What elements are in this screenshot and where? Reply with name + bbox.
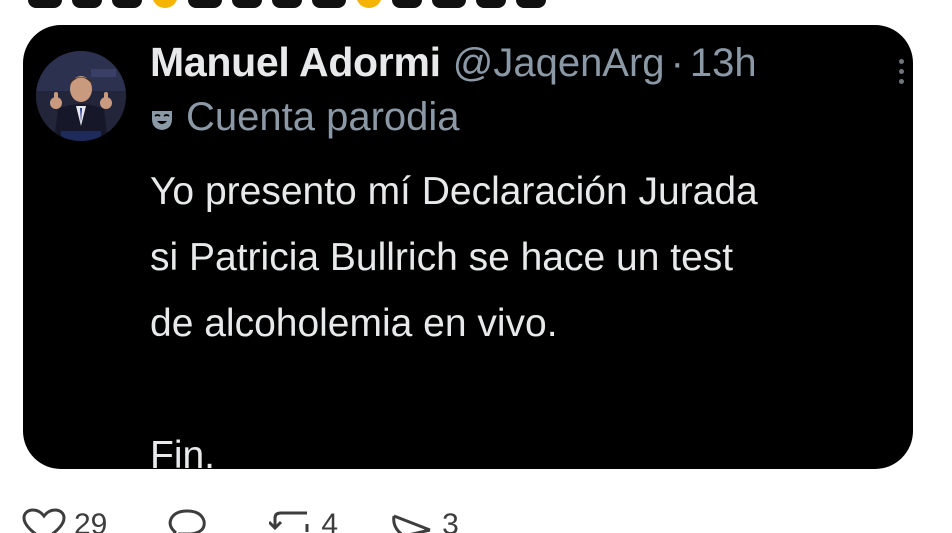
share-icon (392, 514, 431, 533)
parody-label-row: Cuenta parodia (150, 95, 460, 140)
cropped-previous-text (28, 0, 546, 8)
comment-icon (169, 509, 207, 533)
tweet-actions-bar: 29 4 3 (22, 508, 459, 533)
more-vertical-icon[interactable] (897, 59, 905, 89)
tweet-timestamp[interactable]: 13h (690, 41, 757, 86)
tweet-text: Yo presento mí Declaración Jurada si Pat… (150, 159, 900, 469)
emoji-icon (356, 0, 382, 8)
screenshot-page: Manuel Adormi @JaqenArg · 13h Cuenta par… (0, 0, 952, 533)
share-count: 3 (442, 508, 459, 533)
tweet-text-closing: Fin. (150, 434, 216, 469)
like-button[interactable]: 29 (22, 508, 107, 533)
tweet-text-line: de alcoholemia en vivo. (150, 302, 558, 345)
tweet-card[interactable]: Manuel Adormi @JaqenArg · 13h Cuenta par… (23, 25, 913, 469)
like-count: 29 (74, 508, 108, 533)
heart-icon (22, 508, 66, 533)
reply-button[interactable] (165, 508, 209, 533)
author-name[interactable]: Manuel Adormi (150, 39, 441, 86)
tweet-text-line: Yo presento mí Declaración Jurada (150, 170, 758, 213)
share-button[interactable]: 3 (390, 508, 459, 533)
retweet-button[interactable]: 4 (269, 508, 338, 533)
emoji-icon (152, 0, 178, 8)
account-type-label: Cuenta parodia (186, 95, 460, 139)
theater-mask-icon (152, 110, 172, 130)
tweet-header: Manuel Adormi @JaqenArg · 13h (150, 39, 757, 86)
avatar[interactable] (36, 51, 126, 141)
retweet-icon (269, 511, 309, 532)
author-handle[interactable]: @JaqenArg (453, 41, 665, 86)
separator-dot: · (670, 41, 684, 85)
avatar-photo (36, 51, 126, 141)
tweet-text-line: si Patricia Bullrich se hace un test (150, 236, 734, 279)
retweet-count: 4 (321, 508, 339, 533)
